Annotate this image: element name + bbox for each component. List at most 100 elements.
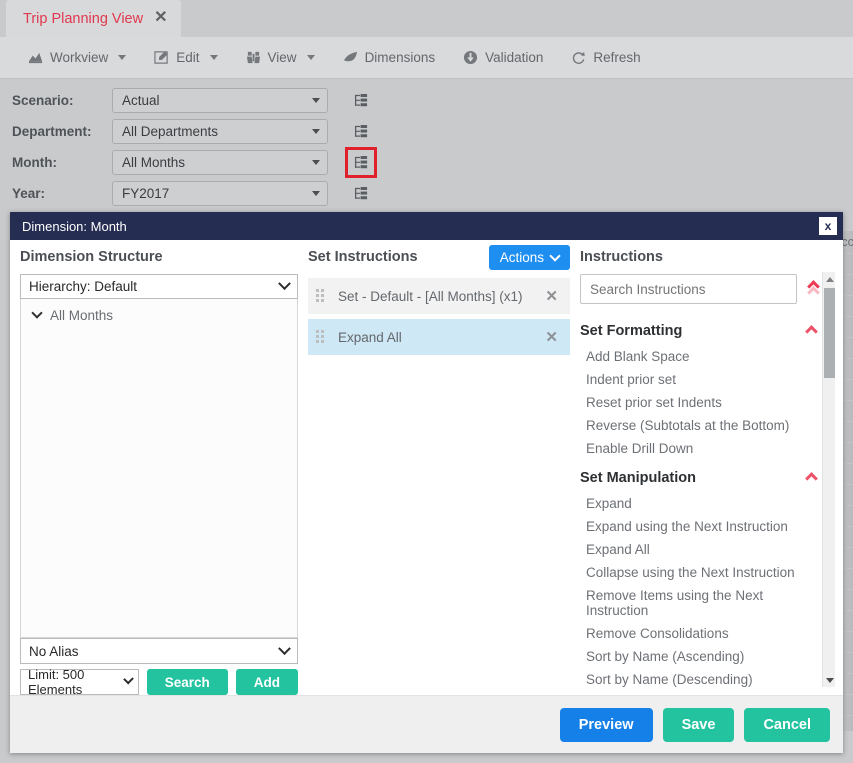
- limit-select[interactable]: Limit: 500 Elements: [20, 669, 139, 695]
- search-instructions-input[interactable]: [580, 274, 797, 304]
- hierarchy-icon: [354, 156, 369, 170]
- section-header-set-manipulation[interactable]: Set Manipulation: [580, 470, 827, 486]
- toolbar: Workview Edit View D: [0, 37, 853, 79]
- instructions-scrollbar[interactable]: [822, 272, 835, 687]
- chevron-down-icon: [118, 55, 126, 60]
- chevron-down-icon[interactable]: [31, 307, 42, 318]
- instruction-option[interactable]: Reset prior set Indents: [580, 391, 827, 414]
- chevron-up-icon[interactable]: [805, 472, 821, 484]
- filter-value: Actual: [122, 93, 160, 108]
- instruction-option[interactable]: Remove Items using the Next Instruction: [580, 584, 827, 622]
- chevron-down-icon: [312, 98, 320, 103]
- hierarchy-select[interactable]: Hierarchy: Default: [20, 274, 298, 299]
- instructions-sections: Set Formatting Add Blank Space Indent pr…: [580, 313, 843, 695]
- chart-icon: [28, 50, 43, 65]
- toolbar-item-label: Validation: [485, 50, 543, 65]
- dimension-editor-button-scenario[interactable]: [348, 88, 374, 113]
- toolbar-item-validation[interactable]: Validation: [449, 37, 557, 78]
- toolbar-item-refresh[interactable]: Refresh: [557, 37, 654, 78]
- instruction-option[interactable]: Expand All: [580, 538, 827, 561]
- chevron-down-icon: [278, 642, 291, 655]
- instruction-option[interactable]: Indent prior set: [580, 368, 827, 391]
- dialog-footer: Preview Save Cancel: [10, 695, 843, 753]
- scroll-up-icon[interactable]: [823, 272, 836, 286]
- scroll-down-icon[interactable]: [823, 673, 836, 687]
- dialog-title-bar: Dimension: Month x: [10, 212, 843, 240]
- drag-handle-icon[interactable]: [316, 289, 326, 303]
- instruction-option[interactable]: Sort by Value using the Next Instruction: [580, 691, 827, 695]
- dimension-editor-button-year[interactable]: [348, 181, 374, 206]
- filter-row-scenario: Scenario: Actual: [0, 85, 374, 116]
- toolbar-item-workview[interactable]: Workview: [14, 37, 140, 78]
- month-select[interactable]: All Months: [112, 150, 328, 175]
- pencil-icon: [154, 50, 169, 65]
- toolbar-item-label: Workview: [50, 50, 108, 65]
- toolbar-item-label: Edit: [176, 50, 199, 65]
- filter-row-year: Year: FY2017: [0, 178, 374, 209]
- filter-row-department: Department: All Departments: [0, 116, 374, 147]
- toolbar-item-label: View: [268, 50, 297, 65]
- section-header-set-formatting[interactable]: Set Formatting: [580, 323, 827, 339]
- instruction-option[interactable]: Expand: [580, 492, 827, 515]
- instruction-option[interactable]: Remove Consolidations: [580, 622, 827, 645]
- section-title: Set Manipulation: [580, 470, 696, 486]
- preview-button[interactable]: Preview: [560, 708, 653, 742]
- filter-value: FY2017: [122, 186, 169, 201]
- toolbar-item-dimensions[interactable]: Dimensions: [329, 37, 450, 78]
- instruction-option[interactable]: Sort by Name (Descending): [580, 668, 827, 691]
- close-icon[interactable]: x: [819, 217, 837, 235]
- actions-label: Actions: [500, 250, 544, 265]
- department-select[interactable]: All Departments: [112, 119, 328, 144]
- instruction-option[interactable]: Collapse using the Next Instruction: [580, 561, 827, 584]
- dimension-tree[interactable]: All Months: [20, 299, 298, 638]
- tree-node-label: All Months: [50, 308, 113, 323]
- cancel-button[interactable]: Cancel: [744, 708, 830, 742]
- instruction-option[interactable]: Enable Drill Down: [580, 437, 827, 460]
- dimension-editor-button-month[interactable]: [348, 150, 374, 175]
- instruction-option[interactable]: Reverse (Subtotals at the Bottom): [580, 414, 827, 437]
- tab-trip-planning-view[interactable]: Trip Planning View ✕: [6, 0, 181, 37]
- application-window: Trip Planning View ✕ Workview Edit: [0, 0, 853, 763]
- set-instruction-item[interactable]: Expand All ✕: [308, 319, 570, 355]
- scenario-select[interactable]: Actual: [112, 88, 328, 113]
- toolbar-item-edit[interactable]: Edit: [140, 37, 231, 78]
- hierarchy-icon: [354, 187, 369, 201]
- binoculars-icon: [246, 50, 261, 65]
- toolbar-item-view[interactable]: View: [232, 37, 329, 78]
- alias-select[interactable]: No Alias: [20, 638, 298, 664]
- dimension-structure-panel: Dimension Structure Hierarchy: Default A…: [10, 240, 298, 695]
- actions-button[interactable]: Actions: [489, 245, 570, 270]
- drag-handle-icon[interactable]: [316, 330, 326, 344]
- filter-label: Scenario:: [0, 93, 112, 108]
- scrollbar-thumb[interactable]: [824, 288, 835, 378]
- instruction-option[interactable]: Sort by Name (Ascending): [580, 645, 827, 668]
- download-icon: [463, 50, 478, 65]
- filter-value: All Months: [122, 155, 185, 170]
- instruction-option[interactable]: Add Blank Space: [580, 345, 827, 368]
- filter-label: Department:: [0, 124, 112, 139]
- tree-node-all-months[interactable]: All Months: [21, 306, 297, 325]
- section-title: Set Formatting: [580, 323, 682, 339]
- instruction-option[interactable]: Expand using the Next Instruction: [580, 515, 827, 538]
- save-button[interactable]: Save: [663, 708, 735, 742]
- set-instruction-item[interactable]: Set - Default - [All Months] (x1) ✕: [308, 278, 570, 314]
- panel-title: Instructions: [580, 249, 843, 265]
- set-instructions-panel: Set Instructions Actions Set - Default -…: [298, 240, 570, 695]
- filter-row-month: Month: All Months: [0, 147, 374, 178]
- hierarchy-icon: [354, 94, 369, 108]
- chevron-down-icon: [312, 129, 320, 134]
- panel-title: Set Instructions: [308, 249, 418, 265]
- chevron-down-icon: [549, 250, 560, 261]
- collapse-all-icon[interactable]: [807, 279, 823, 299]
- add-button[interactable]: Add: [236, 669, 298, 695]
- dimension-editor-button-department[interactable]: [348, 119, 374, 144]
- chevron-up-icon[interactable]: [805, 325, 821, 337]
- toolbar-item-label: Refresh: [593, 50, 640, 65]
- toolbar-item-label: Dimensions: [365, 50, 436, 65]
- remove-icon[interactable]: ✕: [545, 287, 558, 305]
- remove-icon[interactable]: ✕: [545, 328, 558, 346]
- year-select[interactable]: FY2017: [112, 181, 328, 206]
- search-button[interactable]: Search: [147, 669, 228, 695]
- close-icon[interactable]: ✕: [154, 10, 167, 26]
- alias-value: No Alias: [29, 644, 79, 659]
